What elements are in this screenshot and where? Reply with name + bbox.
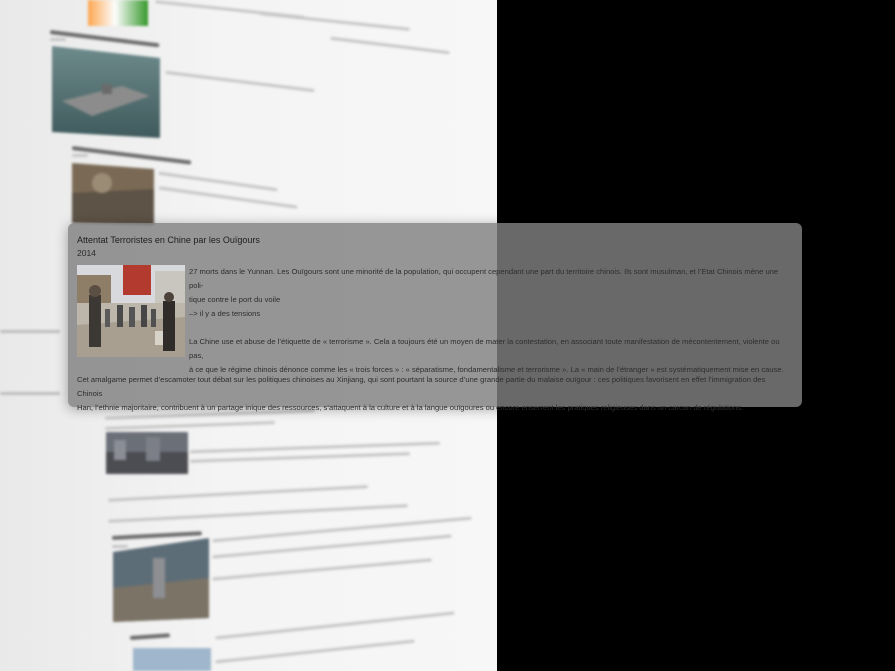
bg-text-line <box>215 639 415 664</box>
event-year: 2014 <box>77 248 96 258</box>
bg-photo-partial <box>133 648 211 671</box>
bg-text-line <box>215 611 455 640</box>
bg-entry-title <box>129 633 171 640</box>
flood-photo <box>72 163 154 225</box>
description-line: –> il y a des tensions <box>189 309 261 318</box>
description-line: tique contre le port du voile <box>189 295 281 304</box>
crowd-photo <box>106 432 188 474</box>
bg-text-line <box>165 70 315 93</box>
event-photo <box>77 265 185 357</box>
timeline-event-card[interactable]: Attentat Terroristes en Chine par les Ou… <box>68 223 802 412</box>
description-line: 27 morts dans le Yunnan. Les Ouïgours so… <box>189 267 779 290</box>
bg-entry-year <box>72 154 88 157</box>
bg-text-line <box>190 452 410 463</box>
bg-text-line <box>104 421 276 430</box>
bg-fringe-text <box>0 392 60 395</box>
bg-text-line <box>108 504 408 523</box>
event-description: 27 morts dans le Yunnan. Les Ouïgours so… <box>189 265 789 377</box>
bg-text-line <box>330 36 450 55</box>
bg-entry-year <box>50 38 66 41</box>
bg-text-line <box>212 558 432 581</box>
bg-entry-title <box>71 146 192 165</box>
bg-fringe-text <box>0 330 60 333</box>
event-title: Attentat Terroristes en Chine par les Ou… <box>77 235 260 245</box>
description-line: Cet amalgame permet d’escamoter tout déb… <box>77 375 766 398</box>
description-line: Han, l’ethnie majoritaire, contribuent à… <box>77 403 744 412</box>
bg-entry-title <box>49 30 160 48</box>
event-description-footer: Cet amalgame permet d’escamoter tout déb… <box>77 373 789 415</box>
aircraft-carrier-photo <box>52 46 160 138</box>
flag-image <box>88 0 148 26</box>
bg-text-line <box>108 485 368 502</box>
bg-text-line <box>260 12 410 31</box>
city-aerial-photo <box>113 538 209 622</box>
description-line: La Chine use et abuse de l’étiquette de … <box>189 337 780 360</box>
